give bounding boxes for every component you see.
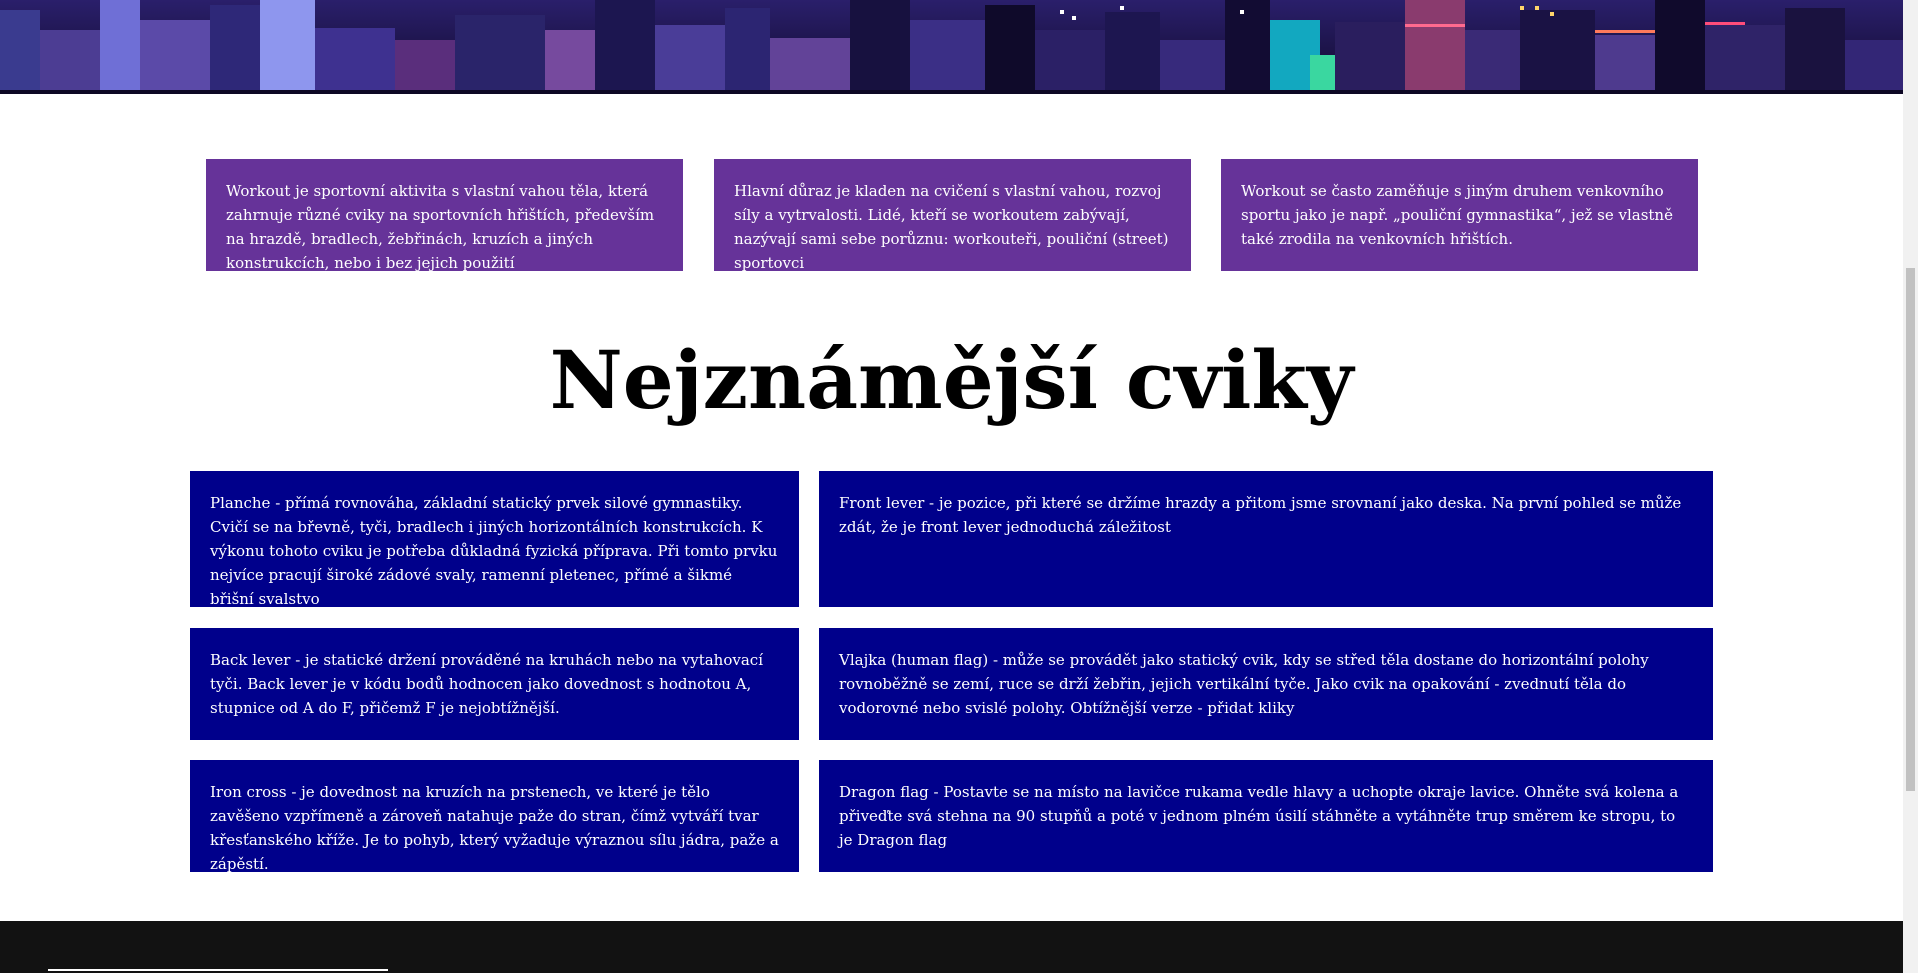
intro-card-2: Hlavní důraz je kladen na cvičení s vlas… [714, 159, 1191, 272]
intro-card-1: Workout je sportovní aktivita s vlastní … [206, 159, 683, 272]
exercise-card-text: Vlajka (human flag) - může se provádět j… [839, 651, 1649, 717]
exercise-card-text: Front lever - je pozice, při které se dr… [839, 494, 1682, 536]
intro-card-text: Workout je sportovní aktivita s vlastní … [226, 182, 655, 272]
exercise-card-iron-cross: Iron cross - je dovednost na kruzích na … [190, 760, 799, 873]
section-heading: Nejznámější cviky [549, 333, 1354, 427]
page-footer [0, 921, 1903, 973]
exercise-card-text: Back lever - je statické držení prováděn… [210, 651, 763, 717]
exercise-card-planche: Planche - přímá rovnováha, základní stat… [190, 471, 799, 608]
city-skyline-illustration [0, 0, 1903, 94]
exercise-card-text: Planche - přímá rovnováha, základní stat… [210, 494, 778, 608]
exercise-card-back-lever: Back lever - je statické držení prováděn… [190, 628, 799, 740]
scrollbar-thumb[interactable] [1906, 268, 1915, 791]
exercise-card-text: Iron cross - je dovednost na kruzích na … [210, 783, 779, 873]
exercise-card-text: Dragon flag - Postavte se na místo na la… [839, 783, 1679, 849]
hero-city-banner [0, 0, 1903, 94]
vertical-scrollbar[interactable] [1903, 0, 1918, 973]
intro-card-text: Hlavní důraz je kladen na cvičení s vlas… [734, 182, 1169, 272]
intro-card-3: Workout se často zaměňuje s jiným druhem… [1221, 159, 1698, 271]
footer-divider [48, 969, 388, 971]
exercise-card-human-flag: Vlajka (human flag) - může se provádět j… [819, 628, 1713, 740]
exercise-card-dragon-flag: Dragon flag - Postavte se na místo na la… [819, 760, 1713, 872]
exercise-card-front-lever: Front lever - je pozice, při které se dr… [819, 471, 1713, 607]
intro-card-text: Workout se často zaměňuje s jiným druhem… [1241, 182, 1673, 248]
